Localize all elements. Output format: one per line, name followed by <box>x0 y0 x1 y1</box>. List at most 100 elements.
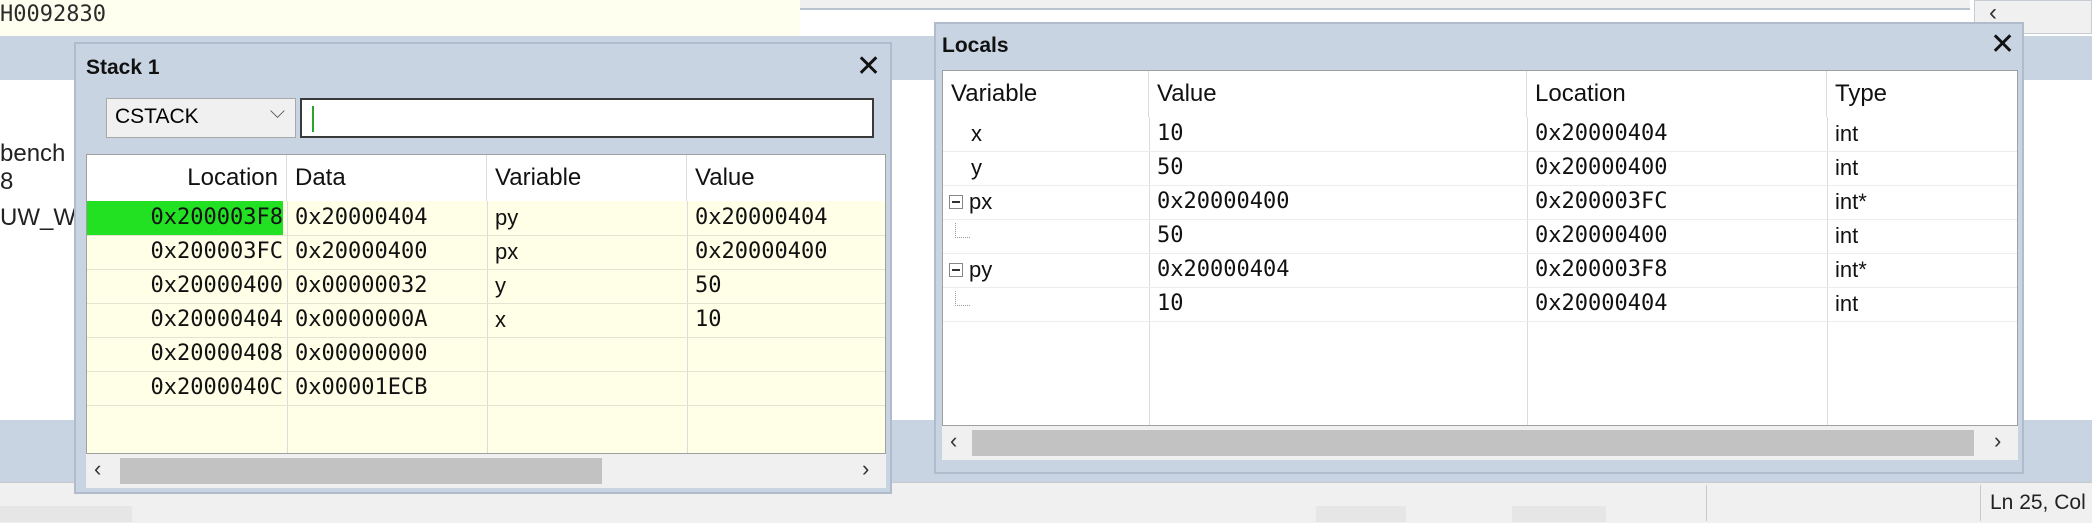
locals-type-cell: int <box>1835 223 1859 248</box>
table-row[interactable]: 0x200003F8 0x20000404 py 0x20000404 <box>87 201 885 235</box>
table-row[interactable]: 0x20000404 0x0000000A x 10 <box>87 303 885 337</box>
close-icon[interactable]: ✕ <box>856 52 881 82</box>
background-editor-left: bench 8 UW_W <box>0 80 80 420</box>
table-row[interactable]: x 10 0x20000404 int <box>943 117 2017 151</box>
stack-value-cell: 50 <box>695 273 722 298</box>
locals-window-title: Locals <box>942 34 1009 57</box>
row-divider <box>943 321 2017 322</box>
column-header-value[interactable]: Value <box>687 155 885 201</box>
locals-location-cell: 0x20000400 <box>1535 223 1668 248</box>
locals-location-cell: 0x20000404 <box>1535 121 1668 146</box>
locals-type-cell: int <box>1835 121 1859 146</box>
close-icon[interactable]: ✕ <box>1990 30 2015 60</box>
stack-data-cell: 0x00001ECB <box>295 375 428 400</box>
locals-value-cell: 10 <box>1157 121 1184 146</box>
tree-collapse-icon[interactable] <box>949 263 963 277</box>
status-position: Ln 25, Col <box>1990 491 2086 514</box>
text-caret <box>312 106 314 132</box>
chevron-right-icon[interactable]: › <box>862 456 869 482</box>
table-row[interactable]: 0x2000040C 0x00001ECB <box>87 371 885 405</box>
bottom-tab[interactable] <box>1316 506 1406 522</box>
column-header-type[interactable]: Type <box>1827 71 2017 117</box>
chevron-right-icon[interactable]: › <box>1994 428 2001 454</box>
stack-value-cell: 0x20000400 <box>695 239 828 264</box>
stack-location-cell: 0x20000400 <box>150 273 283 298</box>
chevron-left-icon[interactable]: ‹ <box>94 456 101 482</box>
stack-window-title: Stack 1 <box>86 56 160 79</box>
stack-location-cell: 0x200003FC <box>150 239 283 264</box>
row-divider <box>87 405 885 406</box>
locals-location-cell: 0x200003F8 <box>1535 257 1668 282</box>
column-header-variable[interactable]: Variable <box>487 155 687 201</box>
stack-selector-value: CSTACK <box>115 105 199 128</box>
editor-line-text: H0092830 <box>0 2 106 27</box>
stack-variable-cell: y <box>495 273 506 298</box>
top-pane-strip <box>800 0 1970 10</box>
table-row[interactable]: 50 0x20000400 int <box>943 219 2017 253</box>
workspace-side-text: bench 8 <box>0 140 66 195</box>
tree-connector <box>955 291 970 306</box>
stack-data-cell: 0x20000404 <box>295 205 428 230</box>
column-header-value[interactable]: Value <box>1149 71 1527 117</box>
table-row[interactable]: 0x200003FC 0x20000400 px 0x20000400 <box>87 235 885 269</box>
locals-location-cell: 0x20000400 <box>1535 155 1668 180</box>
locals-value-cell: 0x20000404 <box>1157 257 1290 282</box>
stack-variable-cell: x <box>495 307 506 332</box>
stack-data-cell: 0x00000000 <box>295 341 428 366</box>
stack-data-cell: 0x0000000A <box>295 307 428 332</box>
column-header-variable[interactable]: Variable <box>943 71 1149 117</box>
locals-location-cell: 0x20000404 <box>1535 291 1668 316</box>
scroll-thumb[interactable] <box>972 430 1974 456</box>
editor-top-line: H0092830 <box>0 0 800 37</box>
locals-variable-cell: px <box>969 189 993 214</box>
table-row[interactable]: 0x20000400 0x00000032 y 50 <box>87 269 885 303</box>
locals-grid: Variable Value Location Type x 10 0x2000… <box>942 70 2018 426</box>
tree-collapse-icon[interactable] <box>949 195 963 209</box>
locals-variable-cell: x <box>971 121 982 146</box>
locals-type-cell: int* <box>1835 257 1867 282</box>
stack-value-cell: 10 <box>695 307 722 332</box>
locals-type-cell: int* <box>1835 189 1867 214</box>
tree-connector <box>955 223 970 238</box>
locals-variable-cell: py <box>969 257 993 282</box>
locals-variable-cell: y <box>971 155 982 180</box>
stack-variable-cell: px <box>495 239 519 264</box>
bottom-tab[interactable] <box>0 506 132 522</box>
stack-horizontal-scrollbar[interactable]: ‹ › <box>86 454 886 488</box>
locals-value-cell: 50 <box>1157 223 1184 248</box>
chevron-down-icon: ⌵ <box>269 101 285 123</box>
stack-selector-dropdown[interactable]: CSTACK ⌵ <box>106 98 296 138</box>
stack-location-cell: 0x20000404 <box>150 307 283 332</box>
stack-value-cell: 0x20000404 <box>695 205 828 230</box>
column-header-location[interactable]: Location <box>1527 71 1827 117</box>
status-separator <box>1980 485 1981 521</box>
workspace-side-text: UW_W <box>0 204 76 231</box>
locals-value-cell: 50 <box>1157 155 1184 180</box>
stack-grid: Location Data Variable Value 0x200003F8 … <box>86 154 886 454</box>
locals-window: Locals ✕ Variable Value Location Type x … <box>934 22 2024 474</box>
table-row[interactable]: 10 0x20000404 int <box>943 287 2017 321</box>
table-row[interactable]: px 0x20000400 0x200003FC int* <box>943 185 2017 219</box>
locals-type-cell: int <box>1835 155 1859 180</box>
locals-horizontal-scrollbar[interactable]: ‹ › <box>942 426 2018 460</box>
stack-location-cell: 0x20000408 <box>150 341 283 366</box>
scroll-thumb[interactable] <box>120 458 602 484</box>
table-row[interactable]: py 0x20000404 0x200003F8 int* <box>943 253 2017 287</box>
table-row[interactable]: y 50 0x20000400 int <box>943 151 2017 185</box>
stack-data-cell: 0x20000400 <box>295 239 428 264</box>
stack-location-cell: 0x200003F8 <box>87 201 283 235</box>
locals-value-cell: 10 <box>1157 291 1184 316</box>
locals-value-cell: 0x20000400 <box>1157 189 1290 214</box>
stack-variable-cell: py <box>495 205 519 230</box>
column-header-data[interactable]: Data <box>287 155 487 201</box>
stack-location-cell: 0x2000040C <box>150 375 283 400</box>
stack-data-cell: 0x00000032 <box>295 273 428 298</box>
stack-window: Stack 1 ✕ CSTACK ⌵ Location Data Variabl… <box>74 42 892 494</box>
column-header-location[interactable]: Location <box>87 155 287 201</box>
bottom-tab[interactable] <box>1512 506 1606 522</box>
locals-location-cell: 0x200003FC <box>1535 189 1668 214</box>
table-row[interactable]: 0x20000408 0x00000000 <box>87 337 885 371</box>
stack-expression-input[interactable] <box>300 98 874 138</box>
chevron-left-icon[interactable]: ‹ <box>950 428 957 454</box>
locals-type-cell: int <box>1835 291 1859 316</box>
